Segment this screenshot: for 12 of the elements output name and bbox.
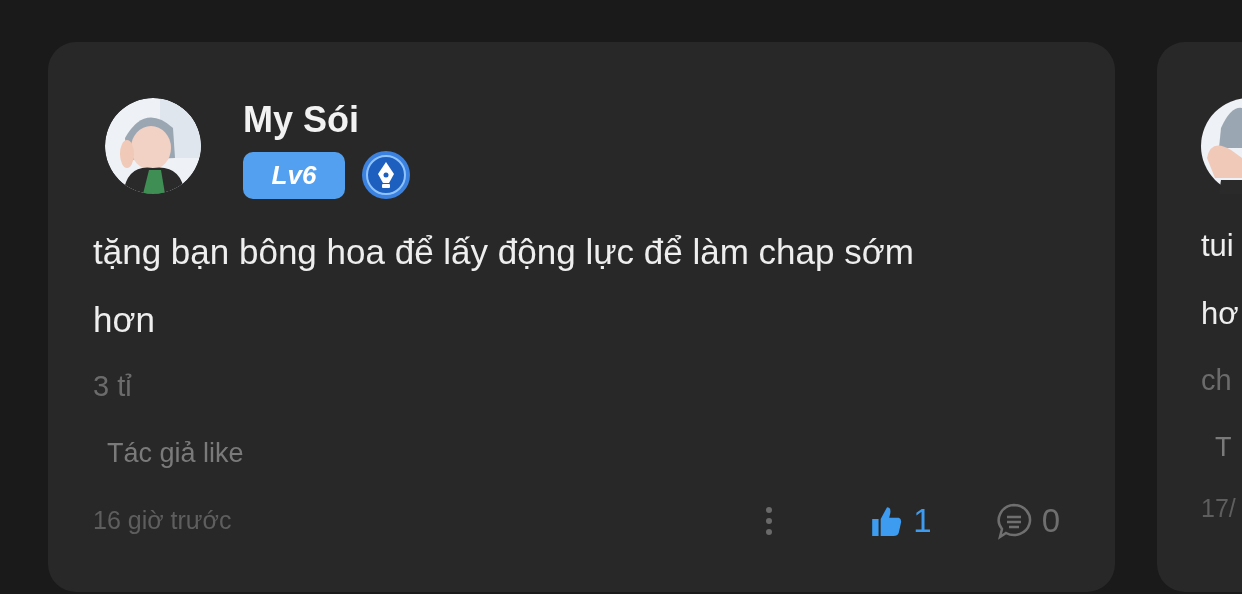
author-like-note: Tác giả like	[106, 437, 245, 470]
gift-text: 3 tỉ	[93, 369, 133, 404]
like-button[interactable]: 1	[869, 496, 932, 546]
more-icon[interactable]	[765, 505, 774, 536]
level-badge: Lv6	[243, 151, 345, 199]
comment-text: tui	[1201, 227, 1235, 265]
comment-text: hơ	[1201, 295, 1240, 333]
comment-button[interactable]: 0	[993, 496, 1060, 546]
comment-text: tặng bạn bông hoa để lấy động lực để làm chap sớm hơn	[93, 231, 915, 341]
author-like-note: T	[1214, 431, 1233, 464]
author-name: My Sói	[243, 98, 360, 142]
gift-text: ch	[1201, 363, 1233, 398]
